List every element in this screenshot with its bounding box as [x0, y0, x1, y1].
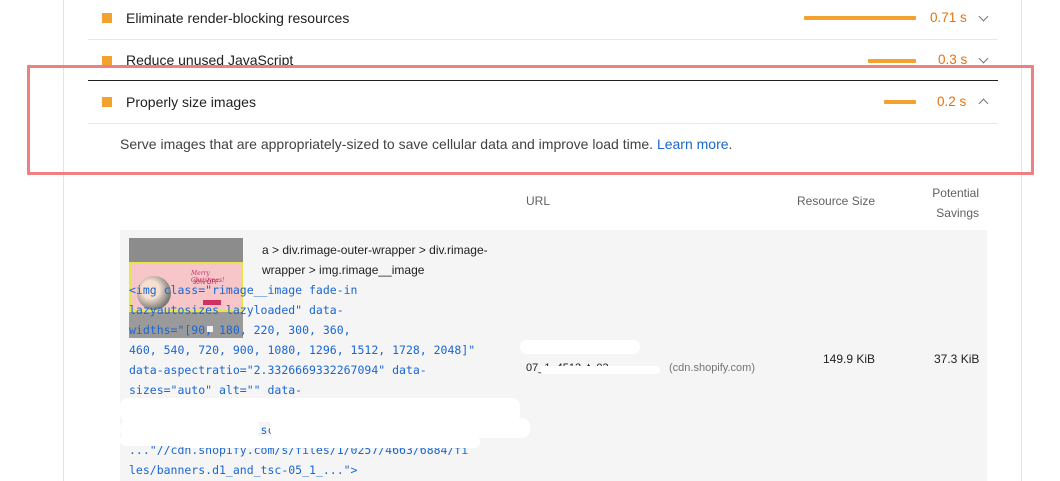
redaction-mark	[540, 366, 660, 374]
lighthouse-opportunities: Eliminate render-blocking resources 0.71…	[0, 0, 1060, 481]
savings-bar	[804, 16, 916, 20]
table-row: Merry Christmas! 30% OFF a > div.rimage-…	[120, 230, 987, 481]
potential-savings-value: 37.3 KiB	[934, 352, 980, 366]
savings-label: Savings	[936, 206, 979, 220]
table-header: URL Resource Size Potential Savings	[120, 176, 987, 230]
thumbnail-header	[129, 238, 243, 262]
column-header-potential-savings: Potential Savings	[920, 183, 979, 223]
redaction-mark	[520, 340, 640, 354]
redaction-mark	[120, 434, 200, 446]
audit-render-blocking[interactable]: Eliminate render-blocking resources 0.71…	[88, 0, 998, 40]
average-score-icon	[102, 13, 112, 23]
resource-host: (cdn.shopify.com)	[669, 362, 755, 374]
details-table: URL Resource Size Potential Savings Merry…	[120, 176, 987, 481]
potential-label: Potential	[932, 186, 979, 200]
savings-bar	[868, 59, 916, 63]
audit-title: Eliminate render-blocking resources	[126, 10, 350, 26]
redaction-mark	[180, 436, 480, 448]
column-header-url: URL	[526, 194, 551, 208]
node-selector: a > div.rimage-outer-wrapper > div.rimag…	[262, 243, 488, 277]
column-header-resource-size: Resource Size	[797, 194, 876, 208]
redaction-mark	[270, 418, 530, 438]
chevron-down-icon[interactable]	[978, 11, 989, 22]
highlight-box	[27, 65, 1034, 175]
resource-size-value: 149.9 KiB	[823, 352, 876, 366]
savings-value: 0.71 s	[930, 10, 967, 25]
node-snippet: <img class="rimage__image fade-in lazyau…	[129, 283, 496, 477]
chevron-down-icon[interactable]	[978, 53, 989, 64]
